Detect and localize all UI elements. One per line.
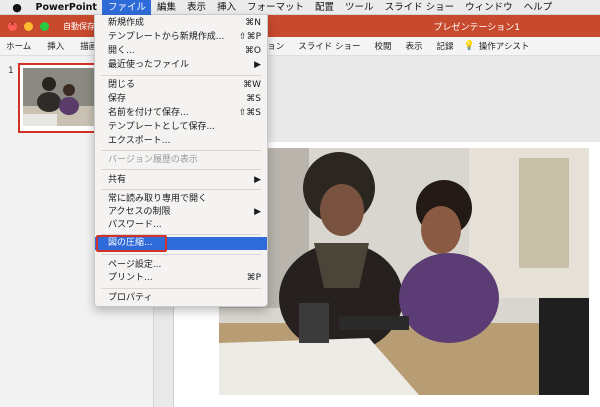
menu-edit[interactable]: 編集 (151, 0, 181, 15)
lightbulb-icon[interactable]: 💡 (464, 41, 475, 51)
menu-item-properties[interactable]: プロパティ (95, 292, 267, 305)
menu-item-version-history: バージョン履歴の表示 (108, 155, 198, 165)
zoom-window-button[interactable] (40, 21, 49, 31)
tab-slideshow[interactable]: スライド ショー (298, 40, 360, 52)
shortcut-label: ⇧⌘S (238, 108, 261, 118)
shortcut-label: ⌘O (244, 46, 261, 56)
submenu-arrow-icon: ▶ (254, 60, 261, 70)
menu-separator (101, 150, 261, 151)
menu-help[interactable]: ヘルプ (518, 0, 558, 15)
menu-item-save-as-template[interactable]: テンプレートとして保存... (95, 121, 267, 134)
autosave-label[interactable]: 自動保存 (63, 21, 95, 32)
menu-item-password[interactable]: パスワード... (95, 219, 267, 232)
close-window-button[interactable] (8, 19, 17, 31)
menu-item-close[interactable]: 閉じる ⌘W (95, 79, 267, 92)
menu-item-new-from-template[interactable]: テンプレートから新規作成... ⇧⌘P (95, 31, 267, 44)
tab-home[interactable]: ホーム (6, 40, 31, 52)
menu-separator (101, 169, 261, 170)
shortcut-label: ⌘S (246, 94, 261, 104)
minimize-window-button[interactable] (24, 21, 33, 31)
menu-tools[interactable]: ツール (340, 0, 380, 15)
window-titlebar: 自動保存 プレゼンテーション1 (0, 15, 600, 37)
menu-separator (101, 189, 261, 190)
menu-item-recent-files[interactable]: 最近使ったファイル ▶ (95, 59, 267, 72)
menu-item-new[interactable]: 新規作成 ⌘N (95, 17, 267, 30)
tab-insert[interactable]: 挿入 (47, 40, 64, 52)
submenu-arrow-icon: ▶ (254, 175, 261, 185)
slide-thumbnail[interactable] (18, 63, 100, 133)
menu-format[interactable]: フォーマット (242, 0, 310, 15)
menu-insert[interactable]: 挿入 (212, 0, 242, 15)
file-menu-dropdown: 新規作成 ⌘N テンプレートから新規作成... ⇧⌘P 開く... ⌘O 最近使ったフ… (94, 15, 268, 307)
shortcut-label: ⌘W (243, 80, 261, 90)
menu-separator (101, 288, 261, 289)
mac-menubar: ● PowerPoint ファイル 編集 表示 挿入 フォーマット 配置 ツール… (0, 0, 600, 15)
tab-transitions[interactable]: ョン (267, 40, 284, 52)
shortcut-label: ⌘P (246, 273, 261, 283)
shortcut-label: ⌘N (245, 18, 261, 28)
submenu-arrow-icon: ▶ (254, 207, 261, 217)
menu-file[interactable]: ファイル (102, 0, 152, 15)
menu-item-export[interactable]: エクスポート... (95, 135, 267, 148)
menu-app-name[interactable]: PowerPoint (30, 0, 102, 15)
menu-item-open[interactable]: 開く... ⌘O (95, 45, 267, 58)
menu-item-always-open-read-only[interactable]: 常に読み取り専用で開く (95, 193, 267, 206)
menu-slideshow[interactable]: スライド ショー (379, 0, 460, 15)
menu-item-print[interactable]: プリント... ⌘P (95, 272, 267, 285)
document-title: プレゼンテーション1 (433, 23, 520, 33)
menu-item-save-as[interactable]: 名前を付けて保存... ⇧⌘S (95, 107, 267, 120)
shortcut-label: ⇧⌘P (239, 32, 261, 42)
apple-icon[interactable]: ● (10, 1, 24, 14)
menu-item-share[interactable]: 共有 ▶ (95, 174, 267, 187)
highlight-callout-box (96, 235, 167, 252)
menu-window[interactable]: ウィンドウ (460, 0, 519, 15)
tab-record[interactable]: 記録 (437, 40, 454, 52)
tell-me-assist[interactable]: 操作アシスト (479, 40, 530, 52)
slide-number: 1 (8, 66, 14, 76)
menu-item-page-setup[interactable]: ページ設定... (95, 259, 267, 272)
menu-item-restrict-access[interactable]: アクセスの制限 ▶ (95, 206, 267, 219)
tab-review[interactable]: 校閲 (375, 40, 392, 52)
ribbon-tabs: ホーム 挿入 描画 ョン スライド ショー 校閲 表示 記録 💡 操作アシスト (0, 37, 600, 56)
slide-photo[interactable] (219, 148, 589, 395)
menu-arrange[interactable]: 配置 (310, 0, 340, 15)
thumbnail-photo (23, 68, 95, 126)
menu-item-save[interactable]: 保存 ⌘S (95, 93, 267, 106)
menu-separator (101, 254, 261, 255)
tab-view[interactable]: 表示 (406, 40, 423, 52)
menu-view[interactable]: 表示 (181, 0, 211, 15)
menu-separator (101, 75, 261, 76)
